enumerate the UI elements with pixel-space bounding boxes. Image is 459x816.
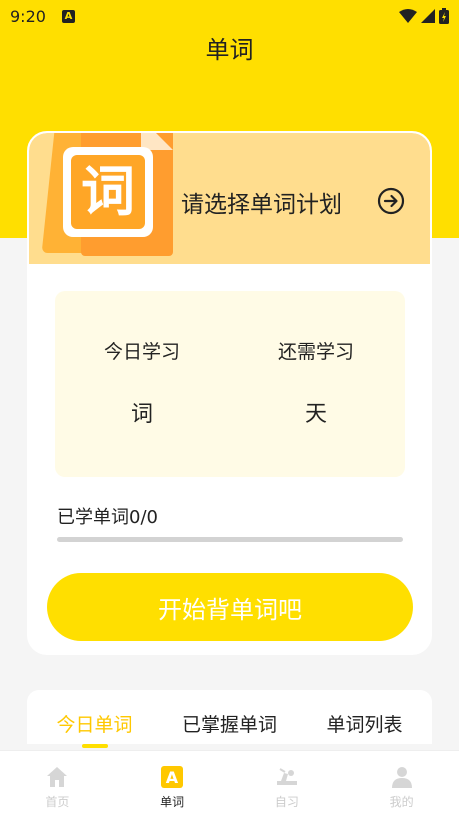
nav-item-self-study[interactable]: 自习 — [230, 751, 345, 816]
nav-label-home: 首页 — [45, 795, 70, 809]
select-plan-banner[interactable]: 词 请选择单词计划 — [29, 133, 430, 264]
learned-progress-bar — [57, 537, 403, 542]
word-tabs: 今日单词 已掌握单词 单词列表 — [27, 690, 432, 748]
start-memorize-button[interactable]: 开始背单词吧 — [47, 573, 413, 641]
study-desk-icon — [276, 768, 297, 785]
nav-item-profile[interactable]: 我的 — [344, 751, 459, 816]
nav-item-home[interactable]: 首页 — [0, 751, 115, 816]
today-study-stat: 今日学习 词 — [82, 337, 202, 428]
nav-label-self-study: 自习 — [274, 795, 299, 809]
tab-word-list-label: 单词列表 — [326, 714, 403, 736]
today-study-label: 今日学习 — [103, 341, 180, 363]
tab-word-list[interactable]: 单词列表 — [297, 690, 432, 744]
notification-icon: A — [61, 9, 75, 23]
remaining-study-unit: 天 — [304, 402, 327, 427]
battery-charging-icon — [439, 8, 449, 24]
arrow-right-circle-icon[interactable] — [377, 187, 405, 215]
status-time: 9:20 — [10, 6, 46, 26]
tab-today-words[interactable]: 今日单词 — [27, 690, 162, 748]
wifi-icon — [399, 9, 417, 23]
bottom-navigation: 首页 A 单词 自习 我的 — [0, 750, 459, 816]
person-icon — [391, 767, 412, 788]
stats-panel: 今日学习 词 还需学习 天 — [55, 291, 405, 477]
remaining-study-stat: 还需学习 天 — [256, 337, 376, 428]
status-bar: 9:20 A — [0, 0, 459, 32]
nav-label-profile: 我的 — [389, 795, 414, 809]
select-plan-label: 请选择单词计划 — [181, 192, 342, 218]
tab-mastered-words-label: 已掌握单词 — [181, 714, 277, 736]
word-book-icon: 词 — [63, 147, 153, 237]
remaining-study-label: 还需学习 — [277, 341, 354, 363]
tab-today-words-label: 今日单词 — [56, 714, 133, 736]
signal-icon — [421, 9, 435, 23]
svg-text:A: A — [166, 768, 179, 787]
study-card: 词 请选择单词计划 今日学习 词 还需学习 天 已学单词0/0 开始背单词吧 — [27, 131, 432, 655]
word-char: 词 — [71, 155, 145, 229]
learned-words-count: 已学单词0/0 — [57, 507, 158, 528]
tab-mastered-words[interactable]: 已掌握单词 — [162, 690, 297, 744]
nav-label-words: 单词 — [160, 795, 185, 809]
active-tab-indicator — [81, 744, 108, 748]
status-icons — [399, 8, 449, 24]
page-title: 单词 — [205, 36, 254, 64]
today-study-unit: 词 — [130, 402, 153, 427]
home-icon — [47, 767, 68, 787]
letter-a-icon: A — [161, 766, 184, 788]
nav-item-words[interactable]: A 单词 — [115, 751, 230, 816]
